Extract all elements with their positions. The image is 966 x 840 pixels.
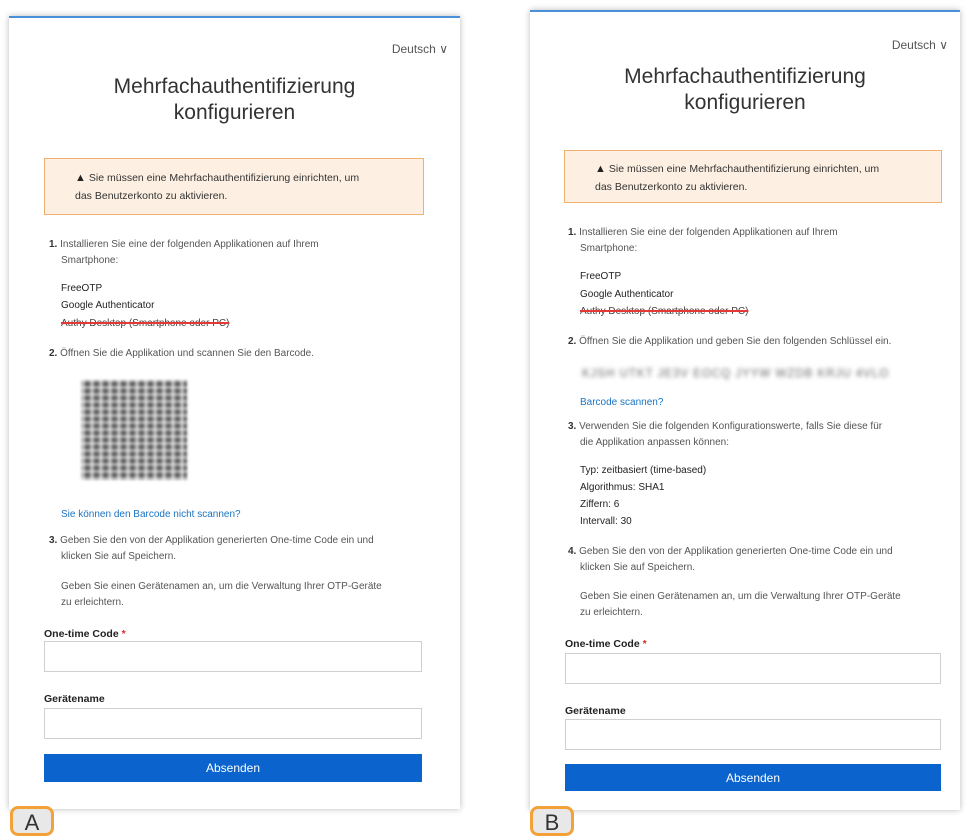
panel-tag-a: A	[10, 806, 54, 836]
qr-code-image	[81, 380, 187, 480]
step-3: 3. Geben Sie den von der Applikation gen…	[49, 535, 374, 546]
device-name-input[interactable]	[565, 719, 941, 750]
submit-button[interactable]: Absenden	[44, 754, 422, 782]
secret-key: KJSH UTKT JE3V EOCQ JYYW WZDB KRJU 4VLO	[582, 368, 890, 380]
config-digits: Ziffern: 6	[580, 499, 620, 510]
device-name-label: Gerätename	[44, 693, 105, 705]
app-freeotp: FreeOTP	[61, 283, 103, 294]
step-1-cont: Smartphone:	[61, 255, 119, 266]
warning-triangle-icon: ▲	[75, 172, 86, 184]
step-4: 4. Geben Sie den von der Applikation gen…	[568, 546, 893, 557]
step-3: 3. Verwenden Sie die folgenden Konfigura…	[568, 421, 883, 432]
step-1-cont: Smartphone:	[580, 243, 638, 254]
app-google-authenticator: Google Authenticator	[61, 300, 155, 311]
app-authy-desktop: Authy Desktop (Smartphone oder PC)	[61, 318, 230, 329]
step-1: 1. Installieren Sie eine der folgenden A…	[568, 227, 838, 238]
device-hint-cont: zu erleichtern.	[580, 607, 643, 618]
step-1: 1. Installieren Sie eine der folgenden A…	[49, 239, 319, 250]
chevron-down-icon: ∨	[439, 42, 448, 56]
cannot-scan-barcode-link[interactable]: Sie können den Barcode nicht scannen?	[61, 506, 241, 523]
warning-triangle-icon: ▲	[595, 163, 606, 175]
required-mark: *	[121, 628, 126, 640]
language-selector[interactable]: Deutsch ∨	[392, 42, 448, 56]
otp-label: One-time Code *	[565, 638, 647, 650]
device-name-label: Gerätename	[565, 705, 626, 717]
step-2: 2. Öffnen Sie die Applikation und geben …	[568, 336, 892, 347]
app-authy-desktop: Authy Desktop (Smartphone oder PC)	[580, 306, 749, 317]
language-selector[interactable]: Deutsch ∨	[892, 38, 948, 52]
device-hint-cont: zu erleichtern.	[61, 597, 124, 608]
app-freeotp: FreeOTP	[580, 271, 622, 282]
otp-input[interactable]	[565, 653, 941, 684]
otp-input[interactable]	[44, 641, 422, 672]
page-title: Mehrfachauthentifizierung konfigurieren	[624, 65, 866, 114]
otp-label: One-time Code *	[44, 628, 126, 640]
device-hint: Geben Sie einen Gerätenamen an, um die V…	[61, 581, 382, 592]
config-type: Typ: zeitbasiert (time-based)	[580, 465, 707, 476]
device-hint: Geben Sie einen Gerätenamen an, um die V…	[580, 591, 901, 602]
panel-a: Deutsch ∨ Mehrfachauthentifizierung konf…	[9, 16, 460, 809]
panel-b: Deutsch ∨ Mehrfachauthentifizierung konf…	[530, 10, 960, 810]
language-label: Deutsch	[891, 38, 936, 52]
required-mark: *	[642, 638, 647, 650]
page-title: Mehrfachauthentifizierung konfigurieren	[113, 75, 356, 124]
device-name-input[interactable]	[44, 708, 422, 739]
warning-alert: ▲ Sie müssen eine Mehrfachauthentifizieru…	[44, 158, 424, 215]
step-3-cont: die Applikation anpassen können:	[580, 437, 730, 448]
language-label: Deutsch	[391, 42, 436, 56]
step-2: 2. Öffnen Sie die Applikation und scanne…	[49, 348, 315, 359]
app-google-authenticator: Google Authenticator	[580, 289, 674, 300]
scan-barcode-link[interactable]: Barcode scannen?	[580, 394, 663, 411]
step-3-cont: klicken Sie auf Speichern.	[61, 551, 177, 562]
panel-tag-b: B	[530, 806, 574, 836]
submit-button[interactable]: Absenden	[565, 764, 941, 791]
step-4-cont: klicken Sie auf Speichern.	[580, 562, 696, 573]
config-algorithm: Algorithmus: SHA1	[580, 482, 665, 493]
warning-alert: ▲ Sie müssen eine Mehrfachauthentifizieru…	[564, 150, 942, 203]
chevron-down-icon: ∨	[939, 38, 948, 52]
config-interval: Intervall: 30	[580, 516, 632, 527]
